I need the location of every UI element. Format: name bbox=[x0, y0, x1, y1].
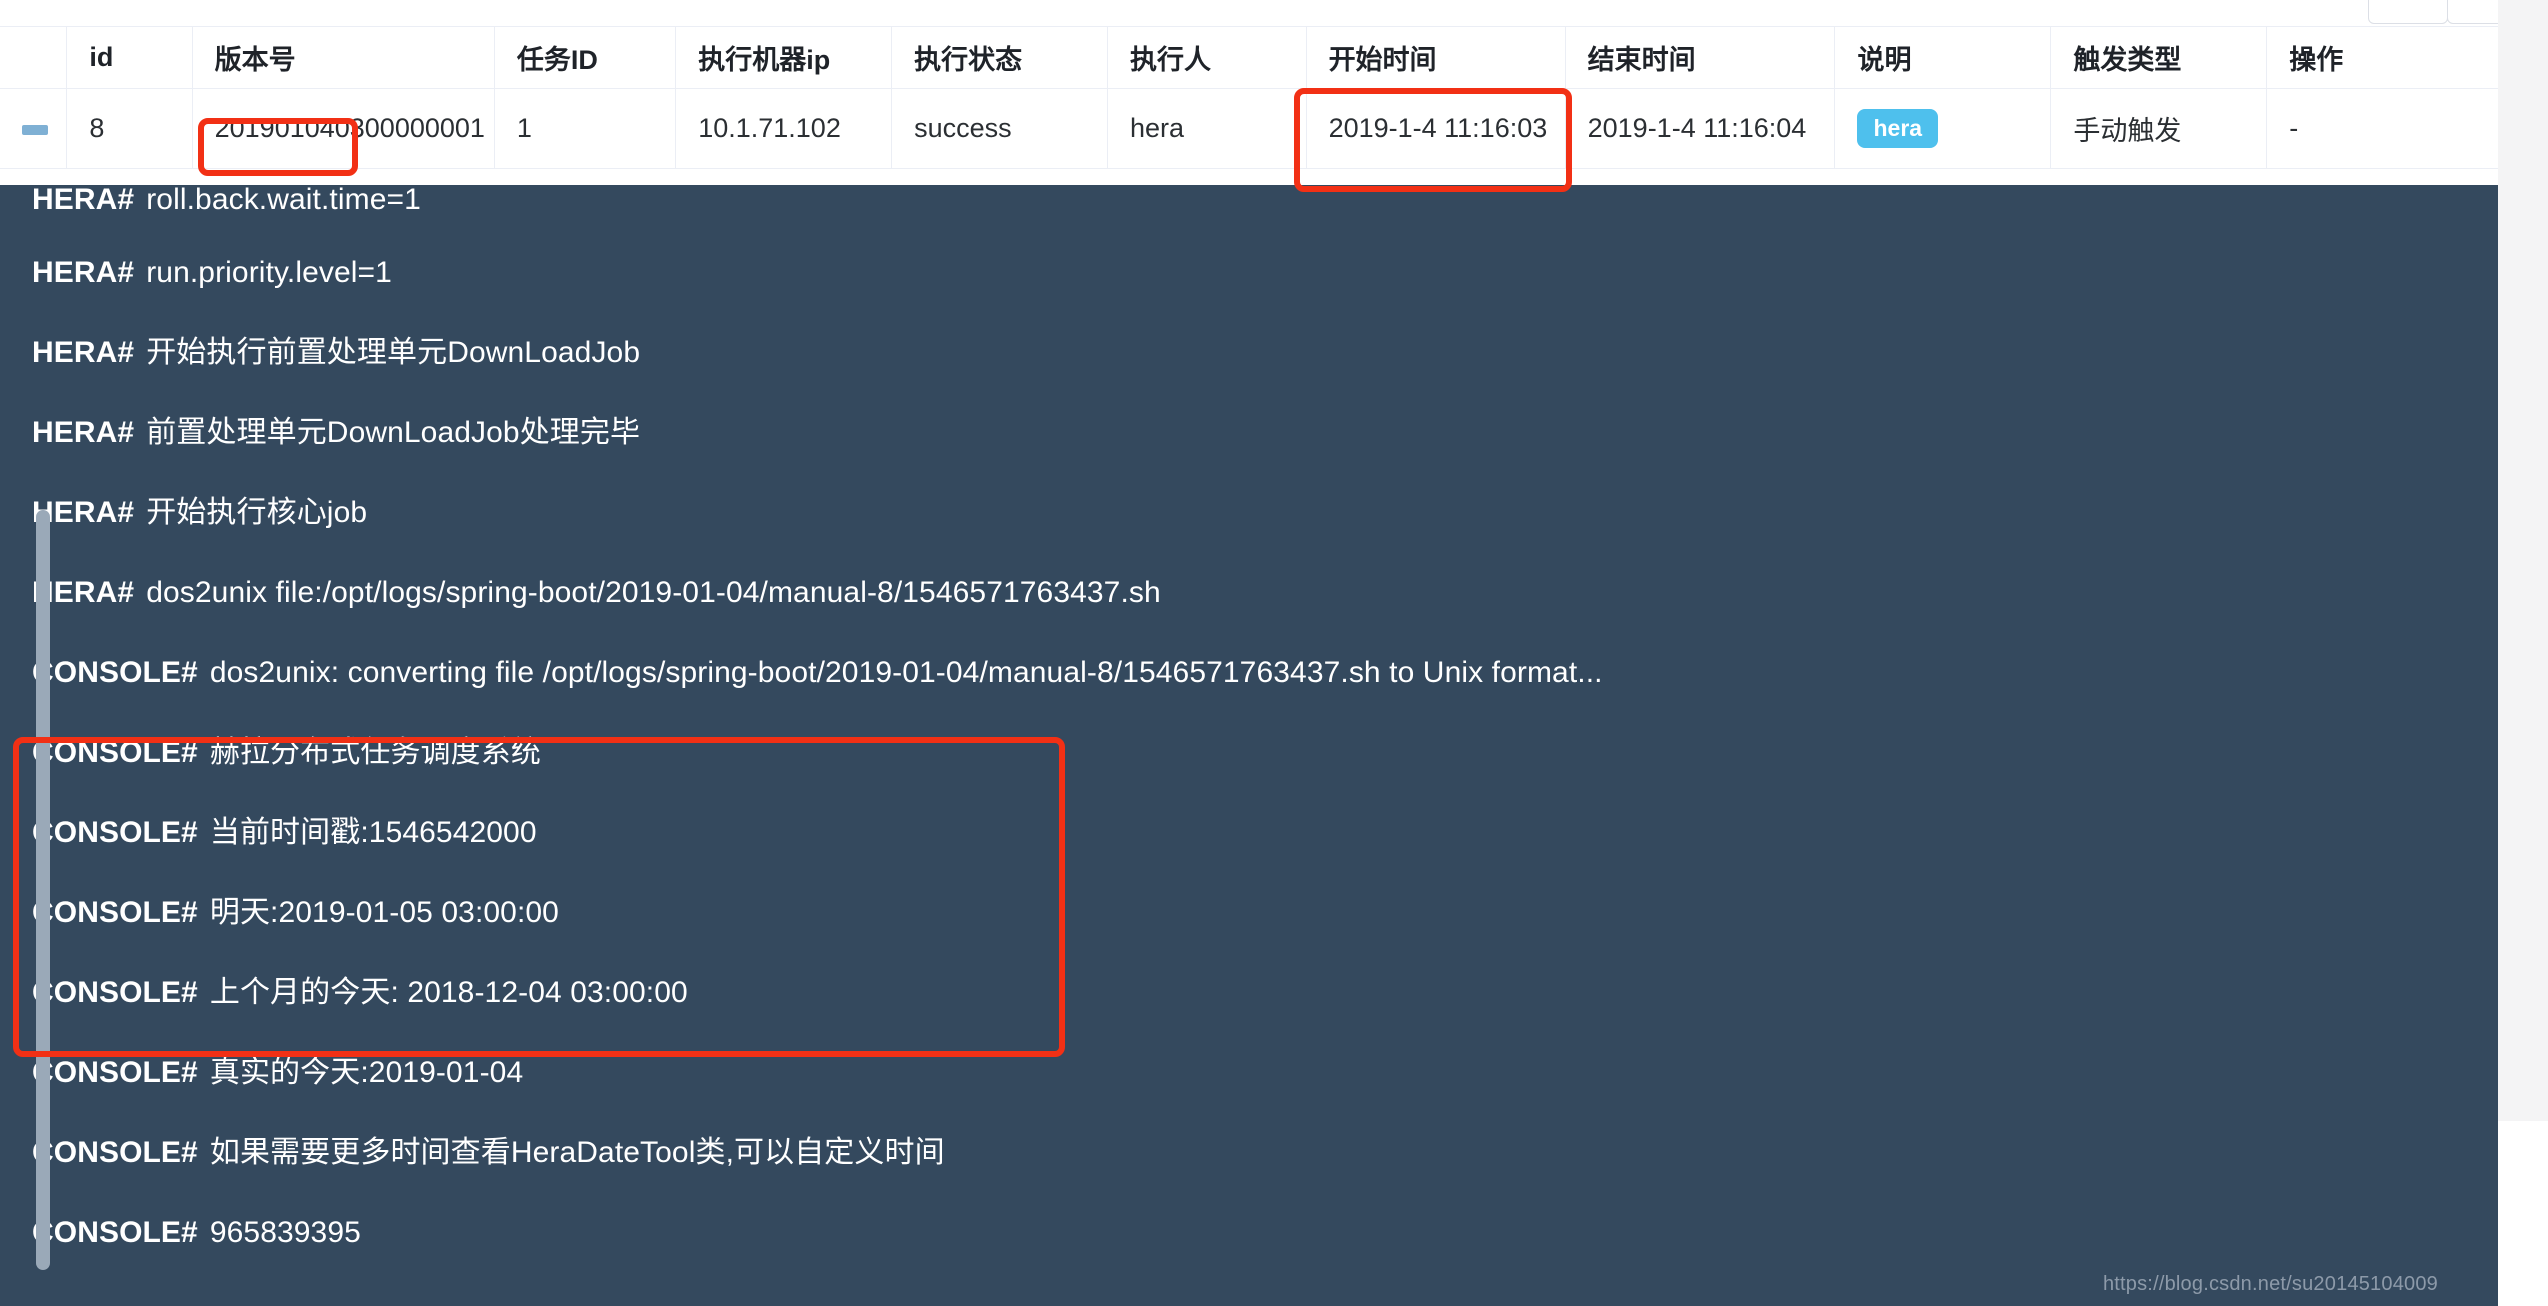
log-line: HERA# run.priority.level=1 bbox=[0, 233, 2498, 313]
log-tag: HERA# bbox=[32, 256, 135, 289]
log-tag: HERA# bbox=[32, 336, 135, 369]
log-tag: CONSOLE# bbox=[32, 976, 198, 1009]
table-header-row: id 版本号 任务ID 执行机器ip 执行状态 执行人 开始时间 结束时间 说明… bbox=[0, 26, 2548, 89]
cell-trigger: 手动触发 bbox=[2050, 88, 2268, 169]
log-line: HERA# 前置处理单元DownLoadJob处理完毕 bbox=[0, 393, 2498, 473]
console-scrollbar-thumb[interactable] bbox=[36, 510, 50, 1270]
log-tag: CONSOLE# bbox=[32, 816, 198, 849]
column-header-desc[interactable]: 说明 bbox=[1834, 26, 2052, 89]
log-line: CONSOLE# 上个月的今天: 2018-12-04 03:00:00 bbox=[0, 953, 2498, 1033]
log-tag: HERA# bbox=[32, 185, 135, 216]
column-header-start[interactable]: 开始时间 bbox=[1306, 26, 1566, 89]
log-line: CONSOLE# 赫拉分布式任务调度系统 bbox=[0, 713, 2498, 793]
watermark: https://blog.csdn.net/su20145104009 bbox=[2102, 1273, 2438, 1295]
log-message: run.priority.level=1 bbox=[146, 256, 392, 289]
pagination-prev-button[interactable] bbox=[2368, 0, 2448, 24]
collapse-minus-icon[interactable] bbox=[22, 124, 48, 135]
console-log-panel[interactable]: HERA# roll.back.wait.time=1 HERA# run.pr… bbox=[0, 185, 2498, 1306]
log-message: dos2unix file:/opt/logs/spring-boot/2019… bbox=[146, 576, 1161, 609]
log-line: CONSOLE# 当前时间戳:1546542000 bbox=[0, 793, 2498, 873]
log-message: 上个月的今天: 2018-12-04 03:00:00 bbox=[209, 976, 688, 1009]
page-root: id 版本号 任务ID 执行机器ip 执行状态 执行人 开始时间 结束时间 说明… bbox=[0, 0, 2548, 1306]
log-message: 前置处理单元DownLoadJob处理完毕 bbox=[146, 416, 641, 449]
cell-ip: 10.1.71.102 bbox=[675, 88, 893, 169]
column-header-status[interactable]: 执行状态 bbox=[891, 26, 1108, 89]
column-header-expand bbox=[0, 26, 68, 89]
status-badge: hera bbox=[1857, 109, 1939, 148]
log-line: CONSOLE# 如果需要更多时间查看HeraDateTool类,可以自定义时间 bbox=[0, 1113, 2498, 1193]
cell-end: 2019-1-4 11:16:04 bbox=[1565, 88, 1836, 169]
execution-record-table: id 版本号 任务ID 执行机器ip 执行状态 执行人 开始时间 结束时间 说明… bbox=[0, 26, 2548, 169]
log-tag: CONSOLE# bbox=[32, 1216, 198, 1249]
column-header-trigger[interactable]: 触发类型 bbox=[2050, 26, 2268, 89]
log-message: roll.back.wait.time=1 bbox=[146, 185, 421, 216]
log-message: 明天:2019-01-05 03:00:00 bbox=[209, 896, 559, 929]
log-line: CONSOLE# 明天:2019-01-05 03:00:00 bbox=[0, 873, 2498, 953]
log-line: HERA# roll.back.wait.time=1 bbox=[0, 185, 2498, 233]
table-row[interactable]: 8 201901040300000001 1 10.1.71.102 succe… bbox=[0, 88, 2548, 169]
log-line: CONSOLE# 965839395 bbox=[0, 1193, 2498, 1273]
log-message: 如果需要更多时间查看HeraDateTool类,可以自定义时间 bbox=[209, 1136, 945, 1169]
cell-id: 8 bbox=[66, 88, 193, 169]
log-tag: CONSOLE# bbox=[32, 736, 198, 769]
log-line: CONSOLE# dos2unix: converting file /opt/… bbox=[0, 633, 2498, 713]
column-header-id[interactable]: id bbox=[66, 26, 193, 89]
cell-version: 201901040300000001 bbox=[192, 88, 495, 169]
log-tag: HERA# bbox=[32, 416, 135, 449]
cell-person: hera bbox=[1107, 88, 1307, 169]
log-line: HERA# 开始执行核心job bbox=[0, 473, 2498, 553]
log-message: 开始执行前置处理单元DownLoadJob bbox=[146, 336, 641, 369]
column-header-person[interactable]: 执行人 bbox=[1107, 26, 1307, 89]
log-message: dos2unix: converting file /opt/logs/spri… bbox=[209, 656, 1603, 689]
cell-status: success bbox=[891, 88, 1108, 169]
table-header: id 版本号 任务ID 执行机器ip 执行状态 执行人 开始时间 结束时间 说明… bbox=[0, 26, 2548, 89]
log-line: CONSOLE# 真实的今天:2019-01-04 bbox=[0, 1033, 2498, 1113]
log-message: 开始执行核心job bbox=[146, 496, 368, 529]
cell-desc: hera bbox=[1834, 88, 2052, 169]
log-message: 当前时间戳:1546542000 bbox=[209, 816, 537, 849]
log-line: HERA# dos2unix file:/opt/logs/spring-boo… bbox=[0, 553, 2498, 633]
column-header-version[interactable]: 版本号 bbox=[192, 26, 495, 89]
console-scrollbar-track[interactable] bbox=[2498, 0, 2548, 1121]
log-message: 965839395 bbox=[209, 1216, 361, 1249]
console-log-list: HERA# roll.back.wait.time=1 HERA# run.pr… bbox=[0, 185, 2498, 1273]
log-message: 赫拉分布式任务调度系统 bbox=[209, 736, 541, 769]
cell-start: 2019-1-4 11:16:03 bbox=[1306, 88, 1566, 169]
column-header-ip[interactable]: 执行机器ip bbox=[675, 26, 893, 89]
row-expand-cell[interactable] bbox=[0, 88, 68, 169]
log-message: 真实的今天:2019-01-04 bbox=[209, 1056, 524, 1089]
log-line: HERA# 开始执行前置处理单元DownLoadJob bbox=[0, 313, 2498, 393]
log-tag: CONSOLE# bbox=[32, 1056, 198, 1089]
log-tag: CONSOLE# bbox=[32, 896, 198, 929]
column-header-taskid[interactable]: 任务ID bbox=[494, 26, 677, 89]
cell-taskid: 1 bbox=[494, 88, 677, 169]
log-tag: CONSOLE# bbox=[32, 656, 198, 689]
column-header-end[interactable]: 结束时间 bbox=[1565, 26, 1836, 89]
log-tag: CONSOLE# bbox=[32, 1136, 198, 1169]
table-body: 8 201901040300000001 1 10.1.71.102 succe… bbox=[0, 88, 2548, 169]
